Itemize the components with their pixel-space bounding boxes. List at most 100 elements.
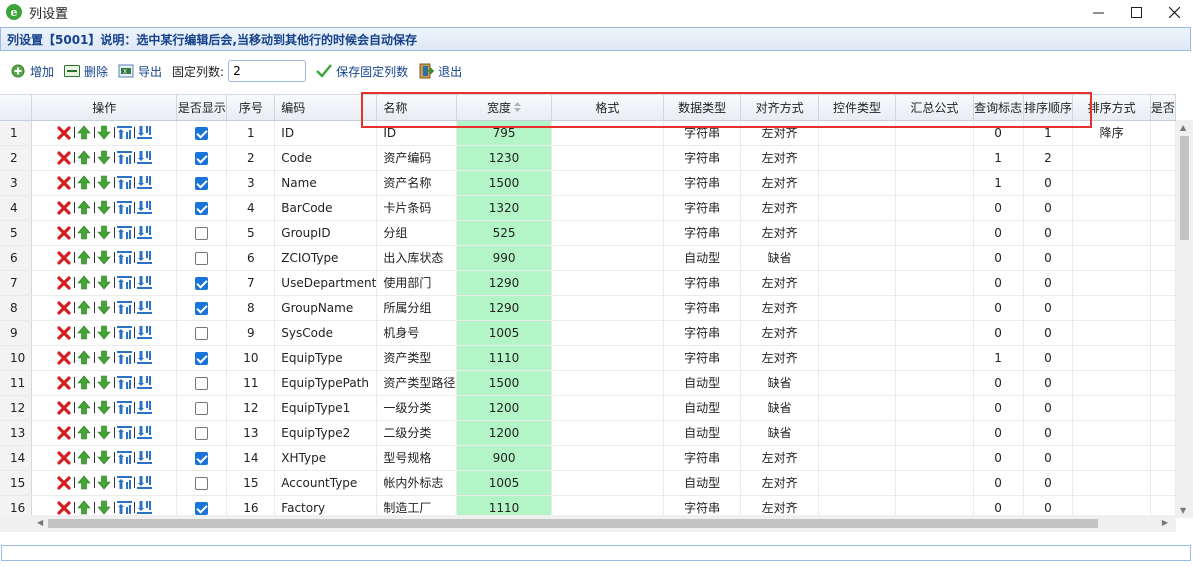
- sortmode-cell[interactable]: [1072, 245, 1151, 271]
- sortmode-cell[interactable]: [1072, 445, 1151, 471]
- scroll-right-icon[interactable]: ▶: [1162, 518, 1168, 527]
- sortorder-cell[interactable]: 0: [1023, 195, 1074, 221]
- control-cell[interactable]: [818, 270, 897, 296]
- move-top-icon[interactable]: [116, 425, 132, 441]
- seq-cell[interactable]: 7: [226, 270, 276, 296]
- minimize-button[interactable]: [1079, 0, 1117, 24]
- format-cell[interactable]: [551, 120, 664, 146]
- format-cell[interactable]: [551, 195, 664, 221]
- name-cell[interactable]: 机身号: [376, 320, 458, 346]
- align-cell[interactable]: 左对齐: [740, 195, 819, 221]
- datatype-cell[interactable]: 自动型: [663, 395, 742, 421]
- delete-row-icon[interactable]: [57, 175, 72, 191]
- seq-cell[interactable]: 13: [226, 420, 276, 446]
- move-up-icon[interactable]: [77, 225, 92, 241]
- format-cell[interactable]: [551, 245, 664, 271]
- extra-cell[interactable]: [1150, 470, 1176, 496]
- align-cell[interactable]: 缺省: [740, 245, 819, 271]
- summary-cell[interactable]: [895, 120, 974, 146]
- move-top-icon[interactable]: [116, 250, 132, 266]
- header-visible[interactable]: 是否显示: [176, 95, 228, 121]
- format-cell[interactable]: [551, 145, 664, 171]
- queryflag-cell[interactable]: 0: [973, 270, 1024, 296]
- seq-cell[interactable]: 16: [226, 495, 276, 515]
- seq-cell[interactable]: 3: [226, 170, 276, 196]
- queryflag-cell[interactable]: 0: [973, 195, 1024, 221]
- code-cell[interactable]: Name: [274, 170, 378, 196]
- visible-checkbox[interactable]: [195, 276, 209, 290]
- extra-cell[interactable]: [1150, 195, 1176, 221]
- sortorder-cell[interactable]: 0: [1023, 320, 1074, 346]
- delete-row-icon[interactable]: [57, 250, 72, 266]
- summary-cell[interactable]: [895, 145, 974, 171]
- extra-cell[interactable]: [1150, 245, 1176, 271]
- code-cell[interactable]: UseDepartment: [274, 270, 378, 296]
- header-seq[interactable]: 序号: [226, 95, 276, 121]
- queryflag-cell[interactable]: 0: [973, 295, 1024, 321]
- delete-row-icon[interactable]: [57, 375, 72, 391]
- sortmode-cell[interactable]: 降序: [1072, 120, 1151, 146]
- queryflag-cell[interactable]: 0: [973, 320, 1024, 346]
- move-top-icon[interactable]: [116, 150, 132, 166]
- move-bottom-icon[interactable]: [136, 125, 152, 141]
- control-cell[interactable]: [818, 470, 897, 496]
- format-cell[interactable]: [551, 170, 664, 196]
- move-bottom-icon[interactable]: [136, 325, 152, 341]
- datatype-cell[interactable]: 字符串: [663, 495, 742, 515]
- visible-checkbox[interactable]: [195, 301, 209, 315]
- sortorder-cell[interactable]: 0: [1023, 445, 1074, 471]
- queryflag-cell[interactable]: 0: [973, 220, 1024, 246]
- control-cell[interactable]: [818, 245, 897, 271]
- sortmode-cell[interactable]: [1072, 395, 1151, 421]
- delete-row-icon[interactable]: [57, 475, 72, 491]
- code-cell[interactable]: EquipType1: [274, 395, 378, 421]
- sortorder-cell[interactable]: 0: [1023, 220, 1074, 246]
- move-top-icon[interactable]: [116, 375, 132, 391]
- scroll-up-icon[interactable]: ▲: [1180, 123, 1186, 132]
- align-cell[interactable]: 左对齐: [740, 220, 819, 246]
- datatype-cell[interactable]: 自动型: [663, 370, 742, 396]
- delete-row-icon[interactable]: [57, 275, 72, 291]
- name-cell[interactable]: 型号规格: [376, 445, 458, 471]
- datatype-cell[interactable]: 字符串: [663, 220, 742, 246]
- move-up-icon[interactable]: [77, 350, 92, 366]
- summary-cell[interactable]: [895, 395, 974, 421]
- table-row[interactable]: 9 9 SysCode 机身号 1005 字符串 左对齐 0 0: [0, 320, 1176, 346]
- extra-cell[interactable]: [1150, 295, 1176, 321]
- name-cell[interactable]: 资产编码: [376, 145, 458, 171]
- width-cell[interactable]: 990: [456, 245, 552, 271]
- header-format[interactable]: 格式: [551, 95, 664, 121]
- header-datatype[interactable]: 数据类型: [663, 95, 742, 121]
- sortmode-cell[interactable]: [1072, 345, 1151, 371]
- move-up-icon[interactable]: [77, 500, 92, 516]
- sortorder-cell[interactable]: 0: [1023, 395, 1074, 421]
- name-cell[interactable]: 资产名称: [376, 170, 458, 196]
- align-cell[interactable]: 左对齐: [740, 295, 819, 321]
- visible-checkbox[interactable]: [195, 126, 209, 140]
- move-bottom-icon[interactable]: [136, 500, 152, 516]
- move-top-icon[interactable]: [116, 200, 132, 216]
- width-cell[interactable]: 1290: [456, 295, 552, 321]
- datatype-cell[interactable]: 自动型: [663, 470, 742, 496]
- align-cell[interactable]: 左对齐: [740, 270, 819, 296]
- move-top-icon[interactable]: [116, 475, 132, 491]
- extra-cell[interactable]: [1150, 270, 1176, 296]
- summary-cell[interactable]: [895, 220, 974, 246]
- code-cell[interactable]: ID: [274, 120, 378, 146]
- move-top-icon[interactable]: [116, 350, 132, 366]
- visible-checkbox[interactable]: [195, 326, 209, 340]
- header-extra[interactable]: 是否: [1150, 95, 1176, 121]
- move-top-icon[interactable]: [116, 125, 132, 141]
- format-cell[interactable]: [551, 495, 664, 515]
- delete-button[interactable]: 删除: [64, 60, 108, 82]
- summary-cell[interactable]: [895, 170, 974, 196]
- move-down-icon[interactable]: [97, 475, 112, 491]
- move-down-icon[interactable]: [97, 125, 112, 141]
- summary-cell[interactable]: [895, 470, 974, 496]
- move-down-icon[interactable]: [97, 200, 112, 216]
- move-top-icon[interactable]: [116, 400, 132, 416]
- seq-cell[interactable]: 1: [226, 120, 276, 146]
- move-top-icon[interactable]: [116, 500, 132, 516]
- close-button[interactable]: [1155, 0, 1193, 24]
- name-cell[interactable]: 卡片条码: [376, 195, 458, 221]
